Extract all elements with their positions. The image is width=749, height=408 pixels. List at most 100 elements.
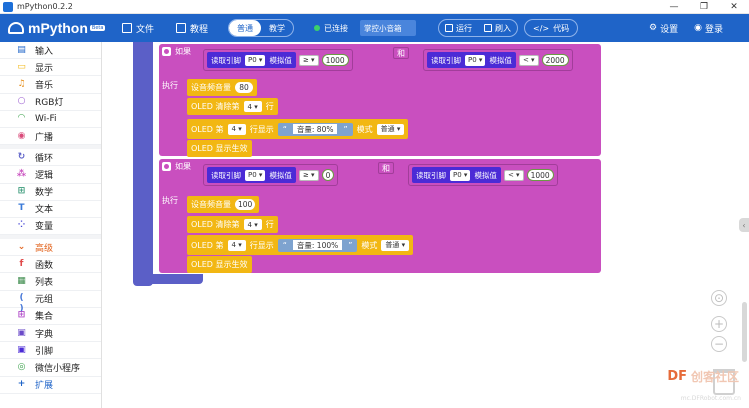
sidebar-item-display[interactable]: ▭ 显示 bbox=[0, 59, 101, 77]
row-dropdown[interactable]: 4 ▾ bbox=[227, 123, 246, 135]
pin-dropdown[interactable]: P0 ▾ bbox=[245, 54, 266, 66]
flash-label: 刷入 bbox=[495, 23, 512, 33]
login-button[interactable]: ◉ 登录 bbox=[694, 18, 723, 38]
read-pin-block[interactable]: 读取引脚 P0 ▾ 模拟值 bbox=[412, 167, 501, 183]
read-pin-block[interactable]: 读取引脚 P0 ▾ 模拟值 bbox=[207, 52, 296, 68]
sidebar-item-function[interactable]: f 函数 bbox=[0, 256, 101, 274]
sidebar-item-music[interactable]: ♫ 音乐 bbox=[0, 76, 101, 94]
oled-show-block[interactable]: OLED 第 4 ▾ 行显示 “音量: 80%” 模式 普通 ▾ bbox=[187, 119, 409, 139]
read-pin-block[interactable]: 读取引脚 P0 ▾ 模拟值 bbox=[207, 167, 296, 183]
text-input[interactable]: 音量: 80% bbox=[292, 124, 338, 134]
recenter-icon[interactable]: ⊙ bbox=[711, 290, 727, 306]
oled-clear-block[interactable]: OLED 清除第 4 ▾ 行 bbox=[187, 98, 278, 115]
sidebar-item-math[interactable]: ⊞ 数学 bbox=[0, 184, 101, 201]
settings-label: 设置 bbox=[660, 24, 679, 35]
sidebar-item-wifi[interactable]: ◠ Wi-Fi bbox=[0, 111, 101, 128]
read-pin-block[interactable]: 读取引脚 P0 ▾ 模拟值 bbox=[427, 52, 516, 68]
mode-label: 模式 bbox=[361, 240, 378, 250]
volume-input[interactable]: 80 bbox=[235, 82, 253, 93]
sidebar-item-broadcast[interactable]: ◉ 广播 bbox=[0, 128, 101, 146]
pin-dropdown[interactable]: P0 ▾ bbox=[450, 169, 471, 181]
analog-label: 模拟值 bbox=[269, 170, 292, 180]
workspace-scrollbar[interactable] bbox=[742, 302, 747, 362]
sidebar-item-rgb[interactable]: ○ RGB灯 bbox=[0, 94, 101, 111]
chevron-left-icon[interactable]: ‹ bbox=[739, 218, 749, 232]
operator-value: ≥ bbox=[302, 171, 309, 179]
sidebar-section-advanced[interactable]: ⌄ 高级 bbox=[0, 239, 101, 257]
condition-left[interactable]: 读取引脚 P0 ▾ 模拟值 ≥ ▾ 0 bbox=[203, 164, 339, 186]
number-input[interactable]: 1000 bbox=[321, 54, 349, 66]
device-select[interactable]: 掌控小音箱 bbox=[360, 20, 417, 36]
sidebar-item-wechat[interactable]: ◎ 微信小程序 bbox=[0, 359, 101, 377]
function-icon: f bbox=[19, 258, 24, 269]
operator-value: < bbox=[507, 171, 514, 179]
pin-dropdown[interactable]: P0 ▾ bbox=[465, 54, 486, 66]
settings-button[interactable]: ⚙ 设置 bbox=[649, 18, 678, 38]
mode-teach-button[interactable]: 教学 bbox=[261, 20, 293, 36]
condition-right[interactable]: 读取引脚 P0 ▾ 模拟值 < ▾ 2000 bbox=[423, 49, 573, 71]
operator-dropdown[interactable]: < ▾ bbox=[518, 54, 539, 66]
gear-icon[interactable] bbox=[162, 162, 171, 171]
sidebar-item-extend[interactable]: + 扩展 bbox=[0, 377, 101, 394]
logo: mPython Beta bbox=[8, 20, 106, 36]
sidebar-item-variable[interactable]: ⁘ 变量 bbox=[0, 218, 101, 236]
row-dropdown[interactable]: 4 ▾ bbox=[227, 239, 246, 251]
sidebar-item-dict[interactable]: ▣ 字典 bbox=[0, 325, 101, 343]
number-input[interactable]: 1000 bbox=[526, 169, 554, 181]
oled-effect-block[interactable]: OLED 显示生效 bbox=[187, 256, 252, 273]
block-workspace[interactable]: 如果 执行 读取引脚 P0 ▾ 模拟值 ≥ ▾ 1000 和 读取引脚 P0 ▾… bbox=[102, 42, 749, 408]
mode-dropdown[interactable]: 普通 ▾ bbox=[376, 123, 405, 135]
and-label[interactable]: 和 bbox=[378, 162, 394, 174]
logo-text: mPython bbox=[28, 20, 88, 36]
sidebar-item-tuple[interactable]: ( ) 元组 bbox=[0, 291, 101, 314]
set-volume-label: 设音频音量 bbox=[191, 83, 231, 92]
mode-dropdown[interactable]: 普通 ▾ bbox=[381, 239, 410, 251]
run-label: 运行 bbox=[456, 23, 473, 33]
loop-block[interactable] bbox=[133, 42, 153, 286]
operator-dropdown[interactable]: < ▾ bbox=[503, 169, 524, 181]
zoom-out-icon[interactable]: − bbox=[711, 336, 727, 352]
operator-dropdown[interactable]: ≥ ▾ bbox=[298, 169, 319, 181]
pin-dropdown[interactable]: P0 ▾ bbox=[245, 169, 266, 181]
row-label: 行 bbox=[265, 220, 274, 229]
text-input[interactable]: 音量: 100% bbox=[292, 240, 343, 250]
operator-dropdown[interactable]: ≥ ▾ bbox=[298, 54, 319, 66]
oled-effect-block[interactable]: OLED 显示生效 bbox=[187, 140, 252, 157]
mode-label: 模式 bbox=[356, 124, 373, 134]
sidebar-item-input[interactable]: ▤ 输入 bbox=[0, 42, 101, 60]
sidebar-item-set[interactable]: ⊞ 集合 bbox=[0, 308, 101, 325]
read-pin-label: 读取引脚 bbox=[431, 55, 461, 65]
run-button[interactable]: 运行 bbox=[439, 20, 478, 36]
code-button[interactable]: </> 代码 bbox=[524, 19, 579, 37]
condition-right[interactable]: 读取引脚 P0 ▾ 模拟值 < ▾ 1000 bbox=[408, 164, 558, 186]
maximize-button[interactable]: ❐ bbox=[689, 0, 719, 14]
sidebar-item-logic[interactable]: ⁂ 逻辑 bbox=[0, 166, 101, 184]
tutorial-button[interactable]: 教程 bbox=[170, 18, 214, 38]
gear-icon[interactable] bbox=[162, 47, 171, 56]
set-volume-block[interactable]: 设音频音量 100 bbox=[187, 196, 260, 213]
condition-left[interactable]: 读取引脚 P0 ▾ 模拟值 ≥ ▾ 1000 bbox=[203, 49, 353, 71]
flash-button[interactable]: 刷入 bbox=[478, 20, 517, 36]
minimize-button[interactable]: — bbox=[659, 0, 689, 14]
oled-clear-block[interactable]: OLED 清除第 4 ▾ 行 bbox=[187, 216, 278, 233]
volume-input[interactable]: 100 bbox=[235, 199, 256, 210]
text-string-block[interactable]: “音量: 80%” bbox=[277, 122, 353, 136]
row-dropdown[interactable]: 4 ▾ bbox=[243, 101, 262, 112]
mode-normal-button[interactable]: 普通 bbox=[229, 20, 262, 36]
and-label[interactable]: 和 bbox=[393, 47, 409, 59]
number-input[interactable]: 2000 bbox=[541, 54, 569, 66]
text-string-block[interactable]: “音量: 100%” bbox=[277, 238, 358, 252]
close-button[interactable]: ✕ bbox=[719, 0, 749, 14]
sidebar-item-text[interactable]: T 文本 bbox=[0, 201, 101, 218]
sidebar-item-list[interactable]: ▦ 列表 bbox=[0, 273, 101, 291]
file-button[interactable]: 文件 bbox=[116, 18, 160, 38]
number-input[interactable]: 0 bbox=[321, 169, 335, 181]
row-dropdown[interactable]: 4 ▾ bbox=[243, 219, 262, 230]
analog-label: 模拟值 bbox=[489, 55, 512, 65]
set-volume-block[interactable]: 设音频音量 80 bbox=[187, 79, 257, 96]
oled-show-block[interactable]: OLED 第 4 ▾ 行显示 “音量: 100%” 模式 普通 ▾ bbox=[187, 235, 414, 255]
zoom-in-icon[interactable]: + bbox=[711, 316, 727, 332]
if-header: 如果 bbox=[162, 161, 191, 172]
sidebar-item-pin[interactable]: ▣ 引脚 bbox=[0, 342, 101, 360]
sidebar-item-loop[interactable]: ↻ 循环 bbox=[0, 149, 101, 167]
